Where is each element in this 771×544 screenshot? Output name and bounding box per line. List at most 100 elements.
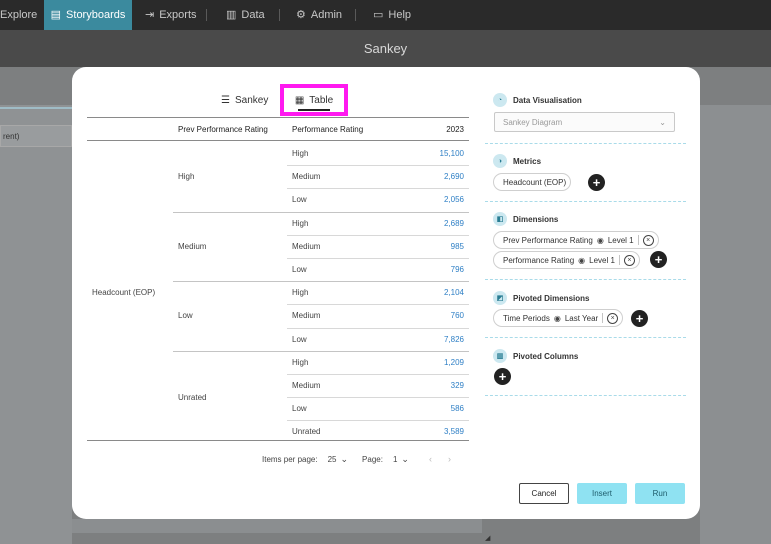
section-title: Pivoted Columns [513,351,579,361]
row-divider [287,327,469,329]
run-button[interactable]: Run [635,483,685,504]
nav-data[interactable]: ▥ Data [226,0,265,30]
configuration-panel: ◔ Data Visualisation Sankey Diagram ⌄ ◑ … [485,67,695,519]
nav-exports-label: Exports [159,9,197,21]
gear-icon: ⚙ [296,8,306,21]
nav-separator [279,9,280,21]
tab-table[interactable]: ▦ Table [280,84,348,116]
table-cell-metric: Headcount (EOP) [92,288,156,298]
pivoted-dimensions-icon: ◩ [493,291,507,305]
add-pivoted-column-button[interactable]: + [494,368,511,385]
remove-icon[interactable]: × [642,234,654,246]
backdrop-bottom-panel [72,519,482,533]
insert-button[interactable]: Insert [577,483,627,504]
table-cell-value[interactable]: 760 [451,304,464,327]
table-cell-performance-rating: Unrated [292,427,321,437]
add-dimension-button[interactable]: + [650,251,667,268]
backdrop-right-panel [700,105,771,544]
nav-explore[interactable]: Explore [0,0,40,30]
section-title: Metrics [513,156,542,166]
header-year[interactable]: 2023 [446,118,464,141]
resize-handle-icon[interactable]: ◢ [485,534,490,542]
eye-icon[interactable]: ◉ [597,236,604,245]
nav-separator [206,9,207,21]
nav-data-label: Data [241,9,265,21]
table-cell-value[interactable]: 985 [451,235,464,258]
table-cell-performance-rating: Medium [292,241,321,251]
table-cell-value[interactable]: 796 [451,258,464,281]
backdrop-field: rent) [0,125,72,147]
prev-page-icon[interactable]: ‹ [429,454,432,464]
nav-storyboards-label: Storyboards [66,9,126,21]
backdrop-field-text: rent) [3,131,20,141]
header-prev-rating[interactable]: Prev Performance Rating [178,118,268,141]
items-per-page-select[interactable]: 25 [328,455,337,464]
table-cell-value[interactable]: 586 [451,397,464,420]
page-select[interactable]: 1 [393,455,397,464]
dimension-pill-label: Performance Rating [503,255,575,265]
nav-admin-label: Admin [310,9,343,21]
visualisation-select[interactable]: Sankey Diagram ⌄ [494,112,675,132]
pivoted-dimension-pill[interactable]: Time Periods ◉ Last Year × [493,309,624,327]
table-cell-performance-rating: Medium [292,311,321,321]
section-divider [485,395,686,396]
metric-pill-label: Headcount (EOP) [503,177,567,187]
nav-storyboards[interactable]: ▤ Storyboards [44,0,132,30]
table-cell-value[interactable]: 2,690 [444,165,464,188]
row-divider [173,281,469,283]
table-cell-value[interactable]: 15,100 [440,142,464,165]
table-cell-performance-rating: Medium [292,172,321,182]
header-performance-rating[interactable]: Performance Rating [292,118,363,141]
add-pivoted-dimension-button[interactable]: + [631,310,648,327]
eye-icon[interactable]: ◉ [578,256,585,265]
table-cell-value[interactable]: 329 [451,374,464,397]
active-tab-underline [298,109,330,111]
add-metric-button[interactable]: + [588,174,605,191]
eye-icon[interactable]: ◉ [554,314,561,323]
section-data-visualisation: ◔ Data Visualisation [493,93,582,107]
help-icon: ▭ [373,8,384,21]
dimension-pill-label: Prev Performance Rating [503,235,593,245]
page-label: Page: [362,454,383,464]
section-pivoted-dimensions: ◩ Pivoted Dimensions [493,291,589,305]
tab-sankey-label: Sankey [234,94,269,106]
row-divider [173,350,469,352]
nav-separator [355,9,356,21]
chevron-down-icon[interactable]: ⌄ [401,454,409,465]
tab-sankey[interactable]: ☰ Sankey [219,84,279,116]
nav-help[interactable]: ▭ Help [373,0,411,30]
table-cell-value[interactable]: 2,056 [444,188,464,211]
table-cell-value[interactable]: 2,689 [444,212,464,235]
table-cell-value[interactable]: 2,104 [444,281,464,304]
dimension-pill[interactable]: Prev Performance Rating ◉ Level 1 × [493,231,659,249]
section-divider [485,201,686,202]
pagination: Items per page: 25 ⌄ Page: 1 ⌄ ‹ › [262,452,451,466]
remove-icon[interactable]: × [623,254,635,266]
chart-editor-modal: ☰ Sankey ▦ Table Prev Performance Rating… [72,67,700,519]
row-divider [287,258,469,259]
nav-admin[interactable]: ⚙ Admin [296,0,342,30]
dimension-pill[interactable]: Performance Rating ◉ Level 1 × [493,251,640,269]
backdrop-strip [0,107,72,109]
table-cell-performance-rating: Medium [292,381,321,390]
chevron-down-icon[interactable]: ⌄ [341,454,349,465]
table-cell-performance-rating: Low [292,334,307,344]
metric-pill[interactable]: Headcount (EOP) [493,173,572,191]
pivoted-dimension-pill-label: Time Periods [503,313,550,323]
table-cell-value[interactable]: 3,589 [444,420,464,443]
cancel-button[interactable]: Cancel [519,483,569,504]
table-cell-performance-rating: High [292,357,309,367]
section-title: Data Visualisation [513,95,582,105]
nav-exports[interactable]: ⇥ Exports [145,0,197,30]
remove-icon[interactable]: × [607,312,619,324]
table-cell-performance-rating: High [292,288,309,298]
table-cell-value[interactable]: 1,209 [444,351,464,374]
table-cell-prev-rating: Medium [178,241,207,251]
table-cell-performance-rating: High [292,218,309,228]
next-page-icon[interactable]: › [448,454,451,464]
top-navigation: Explore ▤ Storyboards ⇥ Exports ▥ Data ⚙… [0,0,771,30]
row-divider [287,397,469,399]
table-cell-value[interactable]: 7,826 [444,328,464,351]
table-cell-performance-rating: Low [292,195,307,205]
backdrop-left-panel [0,105,72,544]
